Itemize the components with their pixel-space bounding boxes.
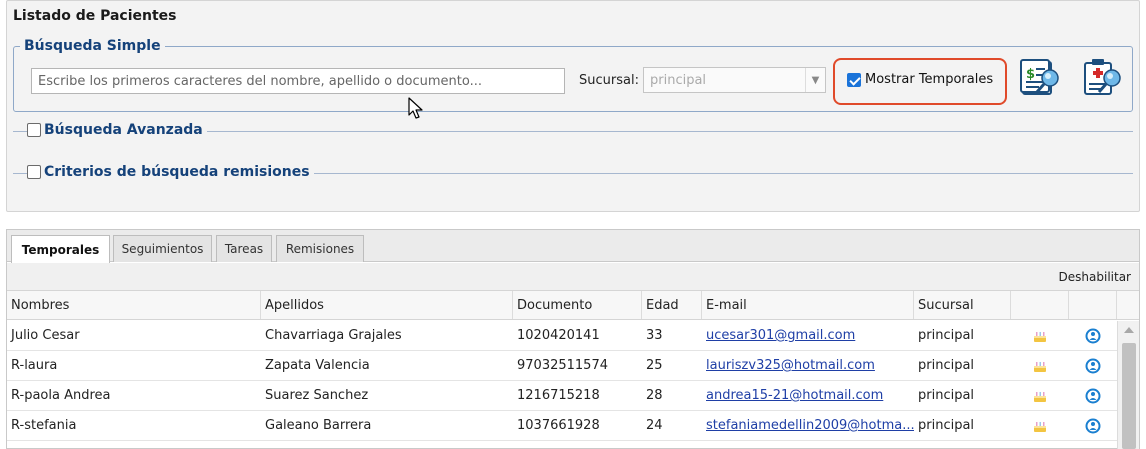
column-header-edad[interactable]: Edad xyxy=(642,291,702,319)
table-row[interactable]: Julio Cesar Chavarriaga Grajales 1020420… xyxy=(7,321,1117,351)
tab-temporales[interactable]: Temporales xyxy=(11,235,110,263)
cell-nombres: R-laura xyxy=(11,358,58,373)
cell-apellidos: Suarez Sanchez xyxy=(265,388,369,403)
email-link[interactable]: lauriszv325@hotmail.com xyxy=(706,358,875,373)
grid-scrollbar[interactable] xyxy=(1117,321,1139,449)
convert-patient-icon[interactable] xyxy=(1069,321,1117,350)
sucursal-select[interactable]: principal ▼ xyxy=(643,67,826,93)
grid-toolbar: Deshabilitar xyxy=(7,263,1139,290)
column-header-birthday xyxy=(1011,291,1069,319)
checkbox-checked-icon[interactable] xyxy=(847,72,861,87)
checkbox-unchecked-icon[interactable] xyxy=(27,165,41,179)
birthday-cake-icon[interactable] xyxy=(1011,321,1069,350)
svg-text:$: $ xyxy=(1026,67,1035,82)
tab-tareas[interactable]: Tareas xyxy=(216,235,272,262)
table-row[interactable]: R-paola Andrea Suarez Sanchez 1216715218… xyxy=(7,381,1117,411)
birthday-cake-icon[interactable] xyxy=(1011,411,1069,440)
cell-edad: 25 xyxy=(646,358,663,373)
advanced-search-label: Búsqueda Avanzada xyxy=(44,122,203,138)
email-link[interactable]: andrea15-21@hotmail.com xyxy=(706,388,883,403)
cell-email: ucesar301@gmail.com xyxy=(702,321,914,350)
tab-remisiones[interactable]: Remisiones xyxy=(276,235,364,262)
sucursal-select-value: principal xyxy=(650,73,707,88)
email-link[interactable]: stefaniamedellin2009@hotma... xyxy=(706,418,914,433)
scroll-up-icon[interactable] xyxy=(1124,327,1134,333)
column-header-actions xyxy=(1069,291,1117,319)
birthday-cake-icon[interactable] xyxy=(1011,381,1069,410)
cell-apellidos: Zapata Valencia xyxy=(265,358,370,373)
disable-button[interactable]: Deshabilitar xyxy=(1059,270,1131,284)
mouse-cursor-icon xyxy=(408,97,423,119)
referral-criteria-label: Criterios de búsqueda remisiones xyxy=(44,164,310,180)
patient-search-input[interactable] xyxy=(31,68,565,94)
cell-documento: 1020420141 xyxy=(517,328,600,343)
cell-sucursal: principal xyxy=(918,418,975,433)
cell-nombres: R-stefania xyxy=(11,418,77,433)
table-row[interactable]: R-laura Zapata Valencia 97032511574 25 l… xyxy=(7,351,1117,381)
cell-edad: 33 xyxy=(646,328,663,343)
sucursal-label: Sucursal: xyxy=(579,73,639,88)
patient-list-panel: Listado de Pacientes Búsqueda Simple Suc… xyxy=(6,0,1140,212)
tab-bar: Temporales Seguimientos Tareas Remisione… xyxy=(7,230,1139,263)
column-header-documento[interactable]: Documento xyxy=(513,291,642,319)
cell-email: stefaniamedellin2009@hotma... xyxy=(702,411,914,440)
cell-nombres: R-paola Andrea xyxy=(11,388,111,403)
patients-tab-panel: Temporales Seguimientos Tareas Remisione… xyxy=(6,229,1140,449)
email-link[interactable]: ucesar301@gmail.com xyxy=(706,328,855,343)
checkbox-unchecked-icon[interactable] xyxy=(27,123,41,137)
cell-nombres: Julio Cesar xyxy=(11,328,80,343)
convert-patient-icon[interactable] xyxy=(1069,381,1117,410)
cell-sucursal: principal xyxy=(918,358,975,373)
scroll-thumb[interactable] xyxy=(1122,343,1136,449)
convert-patient-icon[interactable] xyxy=(1069,411,1117,440)
cell-edad: 24 xyxy=(646,418,663,433)
cell-sucursal: principal xyxy=(918,388,975,403)
cell-sucursal: principal xyxy=(918,328,975,343)
billing-report-icon[interactable]: $ xyxy=(1017,56,1061,100)
cell-documento: 1037661928 xyxy=(517,418,600,433)
mostrar-temporales-checkbox[interactable]: Mostrar Temporales xyxy=(847,72,993,87)
cell-email: andrea15-21@hotmail.com xyxy=(702,381,914,410)
simple-search-legend: Búsqueda Simple xyxy=(20,38,165,54)
chevron-down-icon[interactable]: ▼ xyxy=(805,68,825,92)
cell-documento: 1216715218 xyxy=(517,388,600,403)
referral-criteria-toggle[interactable]: Criterios de búsqueda remisiones xyxy=(27,164,314,180)
cell-edad: 28 xyxy=(646,388,663,403)
clinical-record-icon[interactable] xyxy=(1079,56,1123,100)
column-header-apellidos[interactable]: Apellidos xyxy=(261,291,513,319)
table-row[interactable]: R-stefania Galeano Barrera 1037661928 24… xyxy=(7,411,1117,441)
mostrar-temporales-label: Mostrar Temporales xyxy=(865,72,994,87)
cell-email: lauriszv325@hotmail.com xyxy=(702,351,914,380)
page-title: Listado de Pacientes xyxy=(13,8,177,24)
birthday-cake-icon[interactable] xyxy=(1011,351,1069,380)
column-header-nombres[interactable]: Nombres xyxy=(7,291,261,319)
cell-documento: 97032511574 xyxy=(517,358,608,373)
cell-apellidos: Chavarriaga Grajales xyxy=(265,328,402,343)
column-header-sucursal[interactable]: Sucursal xyxy=(914,291,1011,319)
convert-patient-icon[interactable] xyxy=(1069,351,1117,380)
column-header-email[interactable]: E-mail xyxy=(702,291,914,319)
tab-seguimientos[interactable]: Seguimientos xyxy=(113,235,212,262)
advanced-search-toggle[interactable]: Búsqueda Avanzada xyxy=(27,122,207,138)
cell-apellidos: Galeano Barrera xyxy=(265,418,372,433)
grid-header: Nombres Apellidos Documento Edad E-mail … xyxy=(7,290,1139,320)
